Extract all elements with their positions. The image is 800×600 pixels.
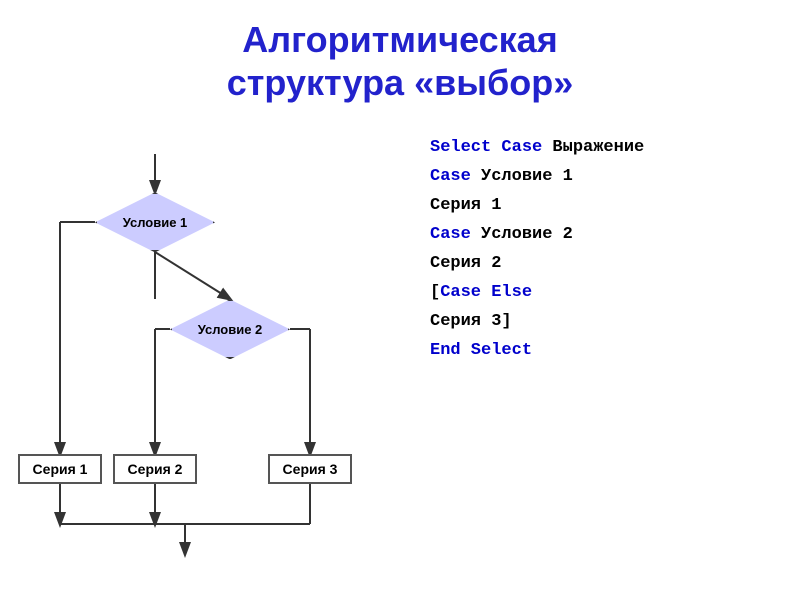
code-line-3: Серия 1 [430, 192, 644, 221]
rect-seria2: Серия 2 [113, 454, 197, 484]
code-line-4: Case Условие 2 [430, 221, 644, 250]
code-line-8: End Select [430, 337, 644, 366]
code-panel: Select Case Выражение Case Условие 1 Сер… [430, 134, 644, 584]
code-line-2: Case Условие 1 [430, 163, 644, 192]
page-title: Алгоритмическая структура «выбор» [0, 0, 800, 104]
code-line-1: Select Case Выражение [430, 134, 644, 163]
rect-seria3: Серия 3 [268, 454, 352, 484]
code-line-5: Серия 2 [430, 250, 644, 279]
rect-seria1: Серия 1 [18, 454, 102, 484]
flowchart: Условие 1 Условие 2 Серия 1 Серия 2 Сери… [0, 124, 420, 584]
code-line-7: Серия 3] [430, 308, 644, 337]
code-line-6: [Case Else [430, 279, 644, 308]
